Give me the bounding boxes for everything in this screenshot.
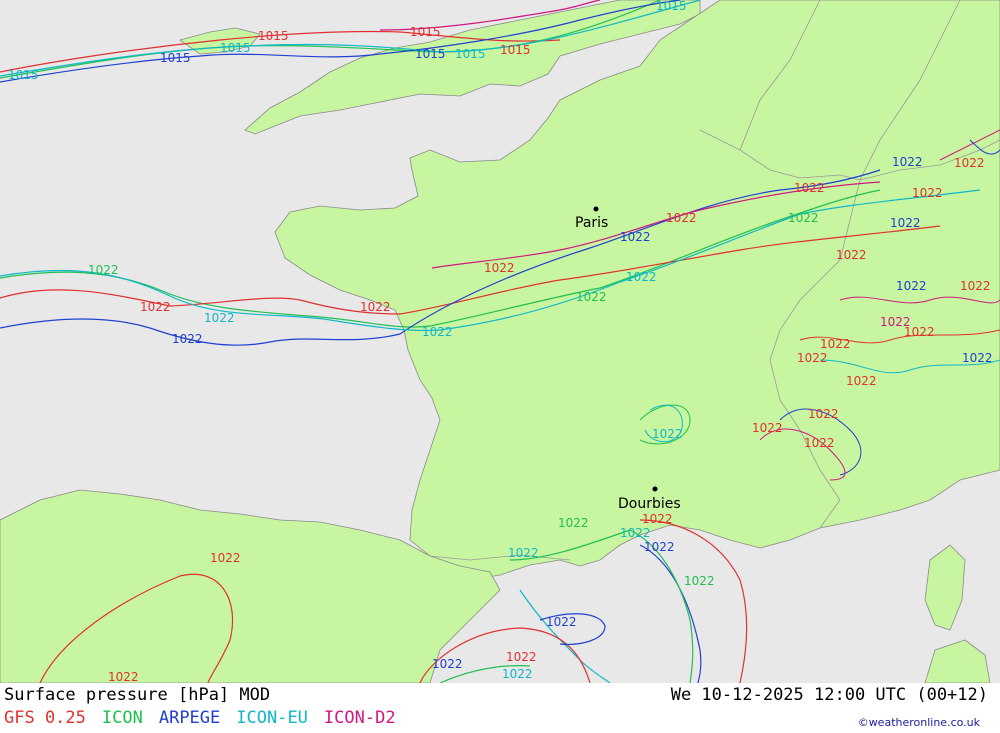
iso-label-1015: 1015 <box>415 47 446 61</box>
iso-label-1022: 1022 <box>172 332 203 346</box>
iso-label-1022: 1022 <box>360 300 391 314</box>
iso-label-1022: 1022 <box>502 667 533 681</box>
iso-label-1015: 1015 <box>8 68 39 82</box>
iso-label-1022: 1022 <box>684 574 715 588</box>
iso-label-1015: 1015 <box>455 47 486 61</box>
iso-label-1022: 1022 <box>804 436 835 450</box>
iso-label-1022: 1022 <box>904 325 935 339</box>
iso-label-1022: 1022 <box>210 551 241 565</box>
iso-label-1022: 1022 <box>432 657 463 671</box>
iso-label-1022: 1022 <box>820 337 851 351</box>
credit-link[interactable]: ©weatheronline.co.uk <box>858 716 980 729</box>
weather-map: 1015 1015 1015 1015 1015 1015 1015 1015 … <box>0 0 1000 683</box>
iso-label-1022: 1022 <box>666 211 697 225</box>
iso-label-1022: 1022 <box>892 155 923 169</box>
iso-label-1022: 1022 <box>108 670 139 683</box>
iso-label-1022: 1022 <box>576 290 607 304</box>
iso-label-1022: 1022 <box>506 650 537 664</box>
iso-label-1015: 1015 <box>500 43 531 57</box>
legend-icon-eu[interactable]: ICON-EU <box>236 708 308 728</box>
iso-label-1022: 1022 <box>652 427 683 441</box>
city-label: Paris <box>575 215 608 231</box>
iso-label-1022: 1022 <box>954 156 985 170</box>
map-footer: Surface pressure [hPa] MOD We 10-12-2025… <box>0 683 1000 733</box>
city-marker <box>652 486 658 492</box>
iso-label-1022: 1022 <box>962 351 993 365</box>
iso-label-1022: 1022 <box>836 248 867 262</box>
iso-label-1022: 1022 <box>204 311 235 325</box>
iso-label-1022: 1022 <box>620 526 651 540</box>
iso-label-1022: 1022 <box>794 181 825 195</box>
iso-label-1022: 1022 <box>546 615 577 629</box>
iso-label-1022: 1022 <box>797 351 828 365</box>
iso-label-1022: 1022 <box>626 270 657 284</box>
iso-label-1022: 1022 <box>752 421 783 435</box>
iso-label-1022: 1022 <box>484 261 515 275</box>
legend-icon[interactable]: ICON <box>102 708 143 728</box>
iso-label-1022: 1022 <box>912 186 943 200</box>
iso-label-1015: 1015 <box>656 0 687 13</box>
iso-label-1022: 1022 <box>890 216 921 230</box>
map-title: Surface pressure [hPa] MOD <box>4 685 271 705</box>
iso-label-1015: 1015 <box>220 41 251 55</box>
city-marker <box>593 206 599 212</box>
iso-label-1015: 1015 <box>410 25 441 39</box>
iso-label-1022: 1022 <box>846 374 877 388</box>
iso-label-1015: 1015 <box>258 29 289 43</box>
iso-label-1022: 1022 <box>620 230 651 244</box>
iso-label-1022: 1022 <box>788 211 819 225</box>
legend-arpege[interactable]: ARPEGE <box>159 708 220 728</box>
iso-label-1022: 1022 <box>808 407 839 421</box>
legend-icon-d2[interactable]: ICON-D2 <box>324 708 396 728</box>
iso-label-1022: 1022 <box>140 300 171 314</box>
valid-time: We 10-12-2025 12:00 UTC (00+12) <box>670 685 988 705</box>
iso-label-1022: 1022 <box>558 516 589 530</box>
iso-label-1015: 1015 <box>160 51 191 65</box>
model-legend: GFS 0.25 ICON ARPEGE ICON-EU ICON-D2 <box>4 708 412 728</box>
iso-label-1022: 1022 <box>642 512 673 526</box>
iso-label-1022: 1022 <box>960 279 991 293</box>
iso-label-1022: 1022 <box>422 325 453 339</box>
city-label: Dourbies <box>618 496 681 512</box>
iso-label-1022: 1022 <box>508 546 539 560</box>
legend-gfs[interactable]: GFS 0.25 <box>4 708 86 728</box>
iso-label-1022: 1022 <box>644 540 675 554</box>
iso-label-1022: 1022 <box>88 263 119 277</box>
iso-label-1022: 1022 <box>896 279 927 293</box>
